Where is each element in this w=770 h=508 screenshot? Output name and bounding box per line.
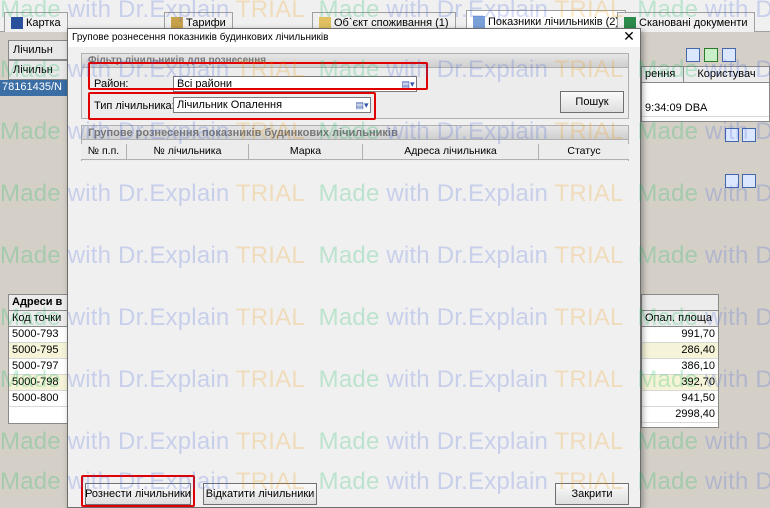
tab-card[interactable]: Картка — [4, 12, 68, 32]
table-row[interactable]: 5000-797 — [9, 359, 67, 375]
table-row[interactable]: 286,40 — [642, 343, 718, 359]
details-icon[interactable] — [725, 128, 739, 142]
column-header: Опал. площа — [642, 311, 718, 327]
table-row[interactable]: 392,70 — [642, 375, 718, 391]
column-header: Користувач — [697, 68, 756, 80]
district-value: Всі райони — [177, 78, 233, 90]
addresses-title: Адреси в — [9, 295, 67, 311]
table-row[interactable]: 5000-800 — [9, 391, 67, 407]
tab-label: Скановані документи — [639, 16, 748, 29]
tab-label: Показники лічильників (2) — [488, 15, 620, 28]
area-table: Опал. площа 991,70 286,40 386,10 392,70 … — [641, 294, 719, 428]
column-header: Код точки — [9, 311, 67, 327]
close-icon[interactable]: ✕ — [622, 29, 636, 44]
column-header[interactable]: Статус — [539, 144, 629, 160]
right-table: рення Користувач 9:34:09 DBA — [641, 66, 770, 122]
info-icon[interactable] — [742, 128, 756, 142]
filter-legend: Фільтр лічильників для рознесення — [82, 54, 628, 68]
search-button[interactable]: Пошук — [560, 91, 624, 113]
column-header[interactable]: Марка — [249, 144, 363, 160]
grid-body[interactable] — [81, 161, 629, 469]
info-icon[interactable] — [742, 174, 756, 188]
object-icon — [319, 16, 331, 29]
district-label: Район: — [94, 78, 129, 90]
selected-meter-row[interactable]: 78161435/N — [0, 80, 68, 96]
card-icon — [11, 16, 23, 29]
tab-label: Картка — [26, 16, 61, 29]
table-row[interactable]: 386,10 — [642, 359, 718, 375]
table-row[interactable]: 5000-795 — [9, 343, 67, 359]
dropdown-icon[interactable]: ▤▾ — [401, 78, 415, 90]
group-posting-dialog: Групове рознесення показників будинкових… — [67, 28, 641, 508]
tariff-icon — [171, 16, 183, 29]
table-row[interactable]: 5000-793 — [9, 327, 67, 343]
total-row: 2998,40 — [642, 407, 718, 423]
meter-button-1[interactable]: Лічильн — [8, 40, 68, 60]
grid-icon[interactable] — [722, 48, 736, 62]
add-icon[interactable] — [704, 48, 718, 62]
tab-label: Об`єкт споживання (1) — [334, 16, 449, 29]
district-select[interactable]: Всі райони ▤▾ — [173, 76, 417, 92]
column-header[interactable]: Адреса лічильника — [363, 144, 539, 160]
meter-type-value: Лічильник Опалення — [177, 99, 283, 111]
row-actions-1 — [722, 128, 756, 142]
table-row[interactable]: 5000-798 — [9, 375, 67, 391]
grid-legend: Групове рознесення показників будинкових… — [82, 126, 628, 140]
column-header: рення — [642, 67, 684, 82]
meter-type-label: Тип лічильника: — [94, 100, 175, 112]
dialog-title: Групове рознесення показників будинкових… — [72, 32, 329, 43]
meter-icon — [473, 15, 485, 28]
addresses-table: Адреси в Код точки 5000-793 5000-795 500… — [8, 294, 68, 424]
grid-header: № п.п. № лічильника Марка Адреса лічильн… — [81, 144, 629, 160]
dialog-title-bar: Групове рознесення показників будинкових… — [68, 29, 640, 47]
table-row[interactable]: 941,50 — [642, 391, 718, 407]
row-actions-2 — [722, 174, 756, 188]
scan-icon — [624, 16, 636, 29]
table-row[interactable]: 991,70 — [642, 327, 718, 343]
right-toolbar — [641, 44, 770, 66]
details-icon[interactable] — [725, 174, 739, 188]
meter-type-select[interactable]: Лічильник Опалення ▤▾ — [173, 97, 371, 113]
post-meters-button[interactable]: Рознести лічильники — [85, 483, 191, 505]
close-button[interactable]: Закрити — [555, 483, 629, 505]
tab-label: Тарифи — [186, 16, 226, 29]
meter-button-2[interactable]: Лічильн — [8, 60, 68, 80]
table-row[interactable]: 9:34:09 DBA — [642, 101, 769, 117]
dropdown-icon[interactable]: ▤▾ — [355, 99, 369, 111]
edit-icon[interactable] — [686, 48, 700, 62]
column-header[interactable]: № лічильника — [127, 144, 249, 160]
column-header[interactable]: № п.п. — [81, 144, 127, 160]
rollback-meters-button[interactable]: Відкатити лічильники — [203, 483, 317, 505]
